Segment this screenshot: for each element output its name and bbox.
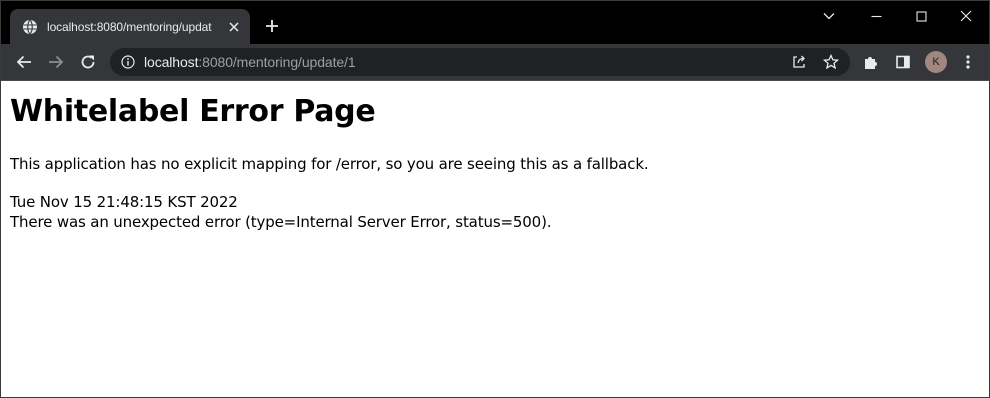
tab-title: localhost:8080/mentoring/updat [47, 19, 212, 34]
avatar[interactable]: K [925, 51, 947, 73]
info-icon[interactable] [120, 54, 136, 70]
share-icon[interactable] [790, 53, 808, 71]
close-icon[interactable] [955, 5, 977, 27]
tab-active[interactable]: localhost:8080/mentoring/updat [10, 9, 250, 44]
browser-window: localhost:8080/mentoring/updat localhost… [0, 0, 990, 398]
minimize-icon[interactable] [865, 5, 887, 27]
error-timestamp: Tue Nov 15 21:48:15 KST 2022 [10, 193, 238, 211]
address-bar[interactable]: localhost:8080/mentoring/update/1 [110, 48, 850, 76]
error-message: This application has no explicit mapping… [10, 155, 649, 173]
browser-toolbar: localhost:8080/mentoring/update/1 K [1, 44, 989, 80]
error-details: Tue Nov 15 21:48:15 KST 2022 There was a… [10, 192, 552, 232]
close-icon[interactable] [226, 19, 242, 35]
page-title: Whitelabel Error Page [10, 94, 376, 129]
page-content: Whitelabel Error Page This application h… [1, 81, 989, 397]
kebab-menu-icon[interactable] [956, 50, 980, 74]
maximize-icon[interactable] [910, 5, 932, 27]
error-status: There was an unexpected error (type=Inte… [10, 213, 552, 231]
plus-icon[interactable] [262, 16, 282, 36]
arrow-left-icon[interactable] [12, 50, 36, 74]
star-icon[interactable] [822, 53, 840, 71]
url-host: localhost [144, 54, 199, 70]
reload-icon[interactable] [76, 50, 100, 74]
side-panel-icon[interactable] [891, 50, 915, 74]
url-text: localhost:8080/mentoring/update/1 [144, 54, 356, 70]
puzzle-icon[interactable] [859, 50, 883, 74]
arrow-right-icon[interactable] [44, 50, 68, 74]
tab-strip: localhost:8080/mentoring/updat [1, 1, 989, 44]
chevron-down-icon[interactable] [818, 5, 840, 27]
globe-icon [22, 19, 38, 35]
url-path: :8080/mentoring/update/1 [198, 54, 356, 70]
